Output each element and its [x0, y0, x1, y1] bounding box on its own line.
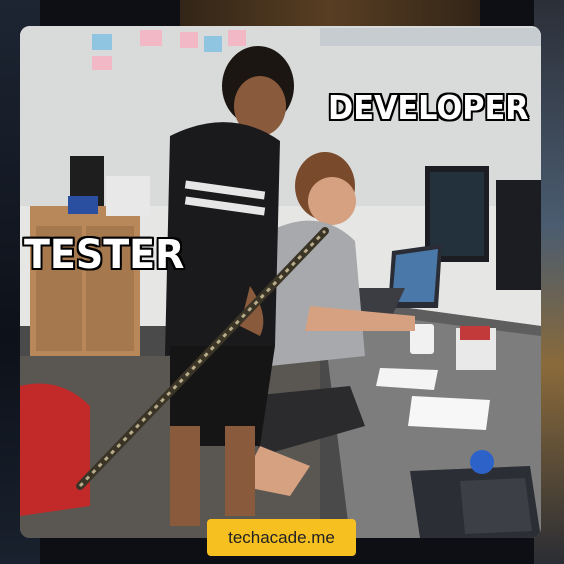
background-blur-top — [180, 0, 480, 26]
red-chair — [20, 383, 90, 516]
developer-caption: DEVELOPER — [328, 88, 529, 127]
watermark-text: techacade.me — [228, 527, 335, 547]
tester-caption: TESTER — [24, 232, 185, 278]
watermark-badge: techacade.me — [207, 519, 356, 556]
